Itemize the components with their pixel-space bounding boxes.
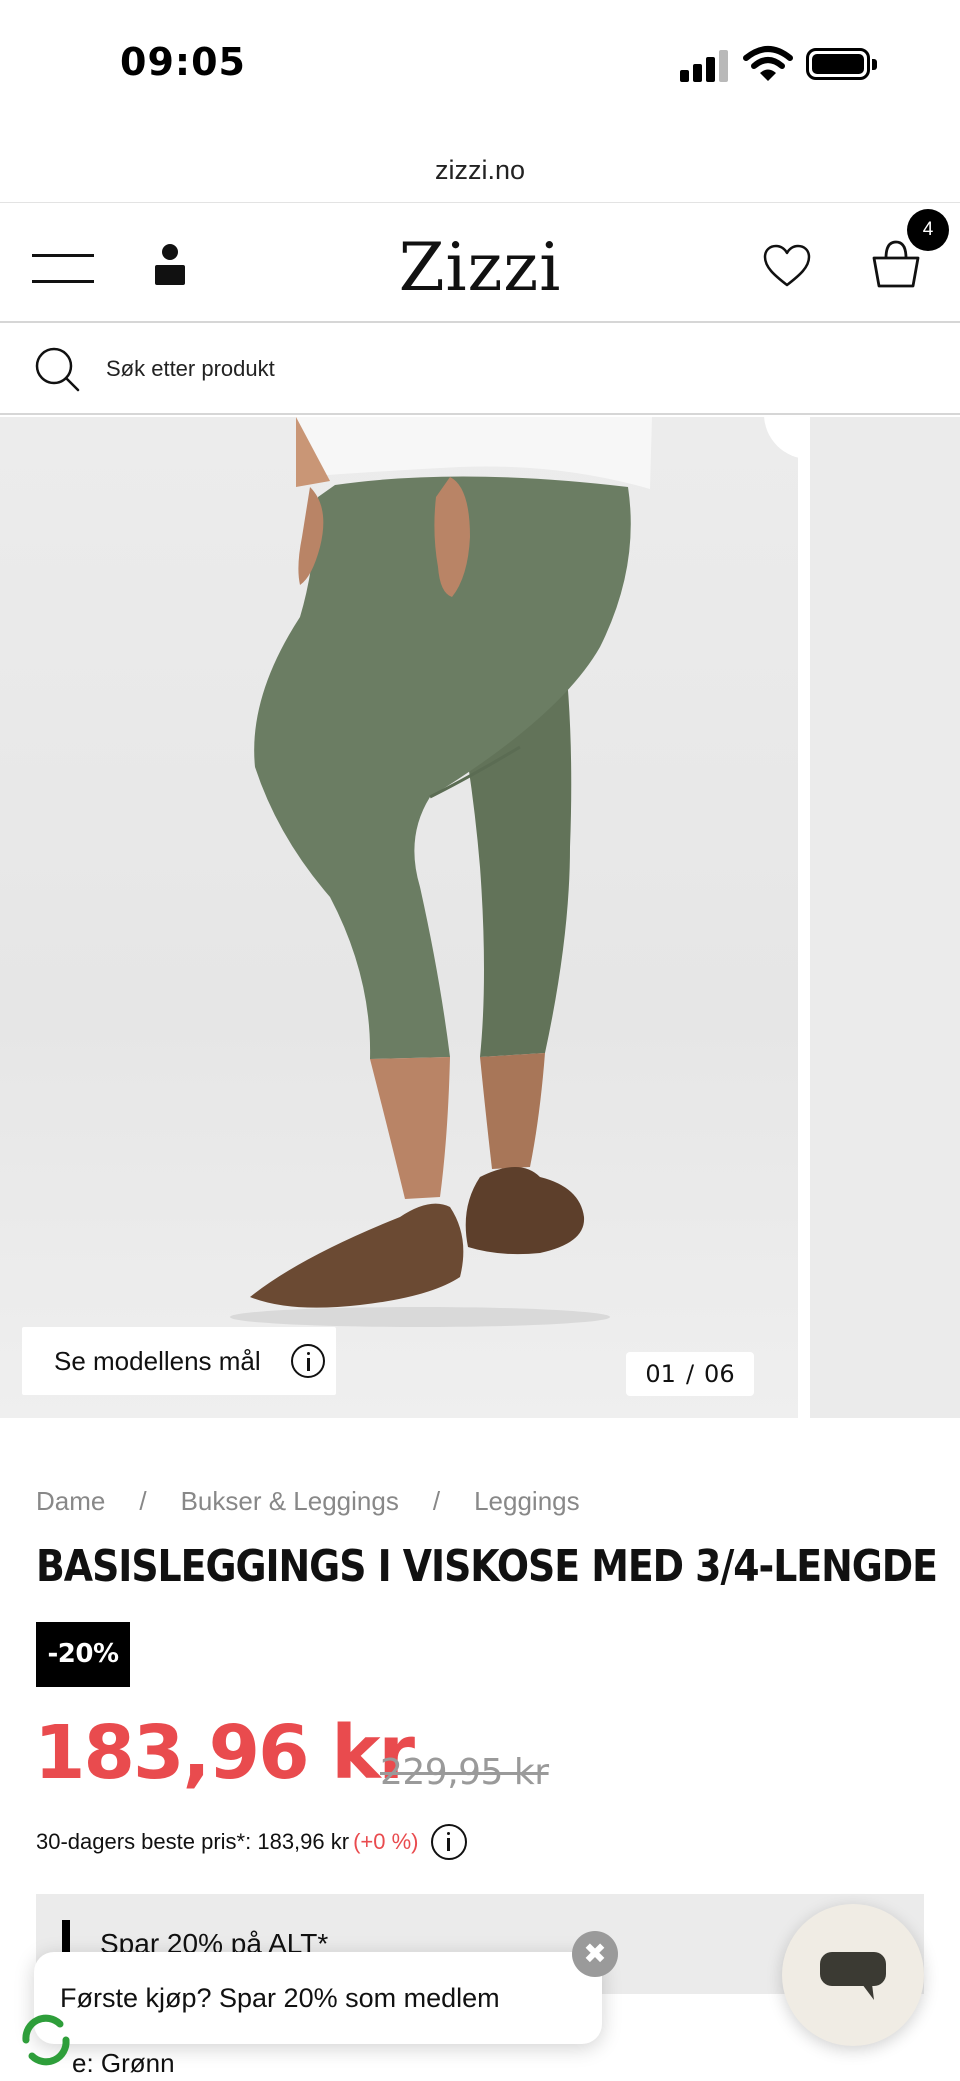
wifi-icon xyxy=(743,46,793,81)
search-input[interactable] xyxy=(106,347,706,391)
close-icon[interactable]: ✖ xyxy=(572,1931,618,1977)
site-header: Zizzi 4 xyxy=(0,203,960,323)
status-bar: 09:05 xyxy=(0,0,960,130)
search-icon[interactable] xyxy=(34,346,80,392)
account-icon[interactable] xyxy=(152,243,188,287)
hamburger-menu-icon[interactable] xyxy=(32,254,94,284)
next-product-image[interactable] xyxy=(810,417,960,1418)
counter-separator: / xyxy=(685,1360,695,1388)
breadcrumb: Dame / Bukser & Leggings / Leggings xyxy=(36,1486,580,1517)
color-label: e: Grønn xyxy=(72,2048,175,2078)
current-image-number: 01 xyxy=(645,1360,676,1388)
chat-icon[interactable] xyxy=(818,1950,888,2002)
breadcrumb-item-leggings[interactable]: Leggings xyxy=(474,1486,580,1517)
breadcrumb-item-dame[interactable]: Dame xyxy=(36,1486,105,1517)
best-price-change: (+0 %) xyxy=(353,1829,419,1854)
total-images-number: 06 xyxy=(704,1360,735,1388)
heart-icon[interactable] xyxy=(762,243,812,289)
toast-text: Første kjøp? Spar 20% som medlem xyxy=(60,1982,500,2013)
image-counter: 01 / 06 xyxy=(626,1352,754,1396)
product-title: BASISLEGGINGS I VISKOSE MED 3/4-LENGDE xyxy=(36,1541,938,1592)
discount-badge: -20% xyxy=(36,1622,130,1687)
battery-icon xyxy=(806,48,877,82)
info-icon xyxy=(290,1344,325,1378)
best-price-info: 30-dagers beste pris*: 183,96 kr (+0 %) xyxy=(36,1824,467,1860)
product-gallery[interactable]: Se modellens mål 01 / 06 xyxy=(0,417,960,1418)
original-price: 229,95 kr xyxy=(380,1752,549,1793)
refresh-badge-icon xyxy=(22,2014,70,2066)
breadcrumb-separator: / xyxy=(139,1486,147,1516)
search-bar xyxy=(0,325,960,415)
status-time: 09:05 xyxy=(120,40,246,84)
membership-toast[interactable]: Første kjøp? Spar 20% som medlem xyxy=(34,1952,602,2044)
browser-url[interactable]: zizzi.no xyxy=(0,140,960,200)
product-image[interactable]: Se modellens mål 01 / 06 xyxy=(0,417,798,1418)
current-price: 183,96 kr xyxy=(34,1710,415,1796)
breadcrumb-item-bukser-leggings[interactable]: Bukser & Leggings xyxy=(181,1486,399,1517)
zizzi-logo[interactable]: Zizzi xyxy=(0,233,960,303)
model-measurements-button[interactable]: Se modellens mål xyxy=(22,1327,336,1395)
model-measurements-label: Se modellens mål xyxy=(54,1345,261,1376)
breadcrumb-separator: / xyxy=(432,1486,441,1516)
product-photo-leggings xyxy=(230,417,652,1327)
cart-count-badge[interactable]: 4 xyxy=(907,209,949,251)
signal-icon xyxy=(680,48,730,82)
best-price-label: 30-dagers beste pris*: 183,96 kr xyxy=(36,1829,350,1854)
info-icon[interactable] xyxy=(430,1824,467,1860)
